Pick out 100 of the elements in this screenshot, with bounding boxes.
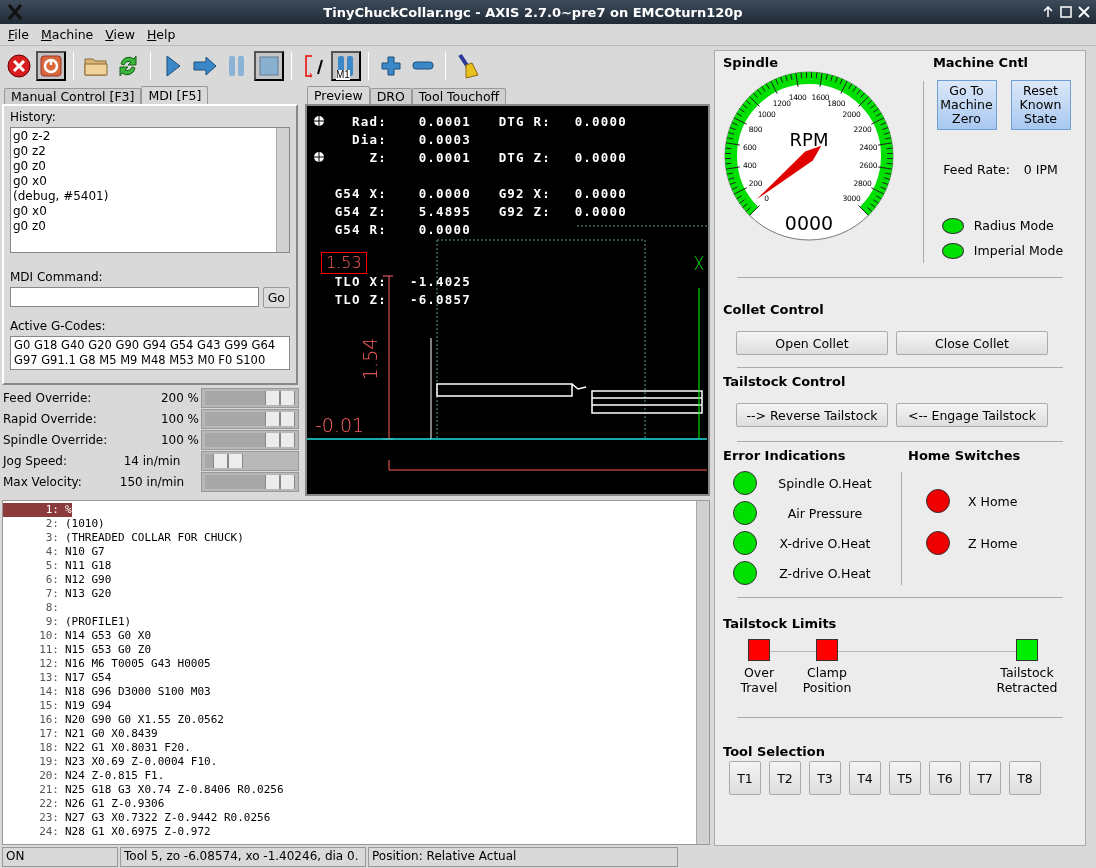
dro-value: 0.0000	[417, 185, 471, 201]
slider-track[interactable]	[201, 451, 299, 471]
code-line: (PROFILE1)	[64, 615, 132, 629]
indicator-label: Tailstock Retracted	[996, 665, 1058, 695]
gauge-unit: RPM	[789, 129, 829, 150]
close-icon[interactable]	[1078, 6, 1090, 18]
line-number: 7:	[44, 587, 59, 601]
code-line: %	[64, 503, 72, 517]
history-item[interactable]: g0 z0	[13, 159, 274, 174]
scrollbar[interactable]	[276, 128, 289, 252]
tab[interactable]: DRO	[369, 88, 412, 104]
toolbar-button[interactable]	[4, 51, 34, 81]
line-number: 20:	[38, 769, 59, 783]
tab[interactable]: Tool Touchoff	[411, 88, 507, 104]
override-label: Feed Override:	[3, 391, 93, 405]
override-value: 200 %	[159, 391, 199, 405]
line-number: 22:	[38, 797, 59, 811]
dro-value: 0.0000	[573, 203, 627, 219]
code-line: N12 G90	[64, 573, 112, 587]
preview-canvas[interactable]: Rad: 0.0001 DTG R: 0.0000 Dia: 0.0003 Z: 0.0001 DTG Z: 0.0000 G54 X: 0.0000 G92 X: 0.0000 G54 Z: 5.4895 G92 Z: 0.0000 G54 R: 0.0000 TLO X: -1.4025 TLO Z: -6.0857 1.53 1.54 -0.01	[305, 104, 710, 496]
go-button[interactable]: Go	[262, 287, 290, 308]
override-value: 14 in/min	[122, 454, 182, 468]
machine-button[interactable]: Reset Known State	[1010, 80, 1071, 130]
override-label: Rapid Override:	[3, 412, 98, 426]
power-icon	[40, 55, 62, 77]
arrow-up-icon[interactable]	[1042, 6, 1054, 18]
arrow-right-icon	[193, 56, 217, 76]
code-line: N23 X0.69 Z-0.0004 F10.	[64, 755, 218, 769]
tool-button[interactable]: T4	[849, 761, 881, 795]
menu-item[interactable]: Machine	[36, 27, 98, 42]
tab[interactable]: MDI [F5]	[141, 86, 209, 104]
line-number: 13:	[38, 671, 59, 685]
toolbar-button[interactable]	[36, 51, 66, 81]
tool-button[interactable]: T1	[729, 761, 761, 795]
history-item[interactable]: (debug, #5401)	[13, 189, 274, 204]
line-number: 3:	[44, 531, 59, 545]
menu-item[interactable]: Help	[142, 27, 180, 42]
dimension-label: 1.54	[359, 337, 381, 380]
history-item[interactable]: g0 z2	[13, 144, 274, 159]
mode-label: Imperial Mode	[973, 243, 1064, 258]
rpm-readout: 0000	[784, 212, 834, 234]
tool-button[interactable]: T8	[1009, 761, 1041, 795]
dro-value: 0.0003	[417, 131, 471, 147]
code-line: N28 G1 X0.6975 Z-0.972	[64, 825, 211, 839]
code-line: N21 G0 X0.8439	[64, 727, 158, 741]
tool-button[interactable]: T7	[969, 761, 1001, 795]
override-value: 100 %	[159, 433, 199, 447]
scrollbar[interactable]	[696, 501, 709, 844]
history-item[interactable]: g0 z-2	[13, 129, 274, 144]
toolbar-button[interactable]: M1	[331, 51, 361, 81]
collet-button[interactable]: Open Collet	[736, 331, 888, 355]
history-item[interactable]: g0 z0	[13, 219, 274, 234]
dro-value: -6.0857	[408, 291, 471, 307]
line-number: 17:	[38, 727, 59, 741]
code-line: N24 Z-0.815 F1.	[64, 769, 165, 783]
menu-item[interactable]: View	[101, 27, 139, 42]
dro-label: G92 X:	[497, 185, 551, 201]
indicator-label: X Home	[968, 493, 1018, 509]
history-item[interactable]: g0 x0	[13, 204, 274, 219]
toolbar-button[interactable]	[254, 51, 284, 81]
dro-value: 0.0001	[417, 149, 471, 165]
section-title: Machine Cntl	[932, 55, 1029, 70]
code-line: N10 G7	[64, 545, 105, 559]
tab[interactable]: Manual Control [F3]	[4, 88, 142, 104]
tool-button[interactable]: T3	[809, 761, 841, 795]
section-title: Tailstock Control	[723, 374, 847, 389]
dimension-label: -0.01	[315, 414, 365, 436]
dro-label: Rad:	[351, 113, 387, 129]
code-line: N20 G90 G0 X1.55 Z0.0562	[64, 713, 224, 727]
reload-icon	[117, 54, 139, 78]
machine-button[interactable]: Go To Machine Zero	[936, 80, 997, 130]
dro-label: G54 R:	[333, 221, 387, 237]
line-number: 19:	[38, 755, 59, 769]
collet-button[interactable]: Close Collet	[896, 331, 1048, 355]
tool-button[interactable]: T6	[929, 761, 961, 795]
code-line: N15 G53 G0 Z0	[64, 643, 152, 657]
code-line: N11 G18	[64, 559, 112, 573]
tailstock-button[interactable]: <-- Engage Tailstock	[896, 403, 1048, 427]
line-number: 23:	[38, 811, 59, 825]
zoom-in-icon	[381, 56, 401, 76]
mdi-command-field[interactable]	[10, 287, 259, 307]
override-value: 150 in/min	[118, 475, 186, 489]
tab[interactable]: Preview	[307, 86, 370, 104]
feed-rate-value: 0 IPM	[1023, 162, 1058, 177]
tailstock-button[interactable]: --> Reverse Tailstock	[736, 403, 888, 427]
maximize-icon[interactable]	[1060, 6, 1072, 18]
line-number: 1:	[44, 503, 59, 517]
tool-button[interactable]: T2	[769, 761, 801, 795]
history-list[interactable]: g0 z-2 g0 z2 g0 z0 g0 x0 (debug, #5401) g0 x0 g0 z0	[10, 127, 290, 253]
history-item[interactable]: g0 x0	[13, 174, 274, 189]
status-field: ON	[2, 847, 118, 867]
menu-item[interactable]: File	[4, 27, 33, 42]
code-line: N27 G3 X0.7322 Z-0.9442 R0.0256	[64, 811, 271, 825]
dro-label: DTG R:	[497, 113, 551, 129]
dro-label: G54 X:	[333, 185, 387, 201]
stop-square-icon	[259, 56, 279, 76]
code-line: N22 G1 X0.8031 F20.	[64, 741, 191, 755]
section-title: Tailstock Limits	[723, 616, 838, 631]
code-line: (1010)	[64, 517, 105, 531]
tool-button[interactable]: T5	[889, 761, 921, 795]
